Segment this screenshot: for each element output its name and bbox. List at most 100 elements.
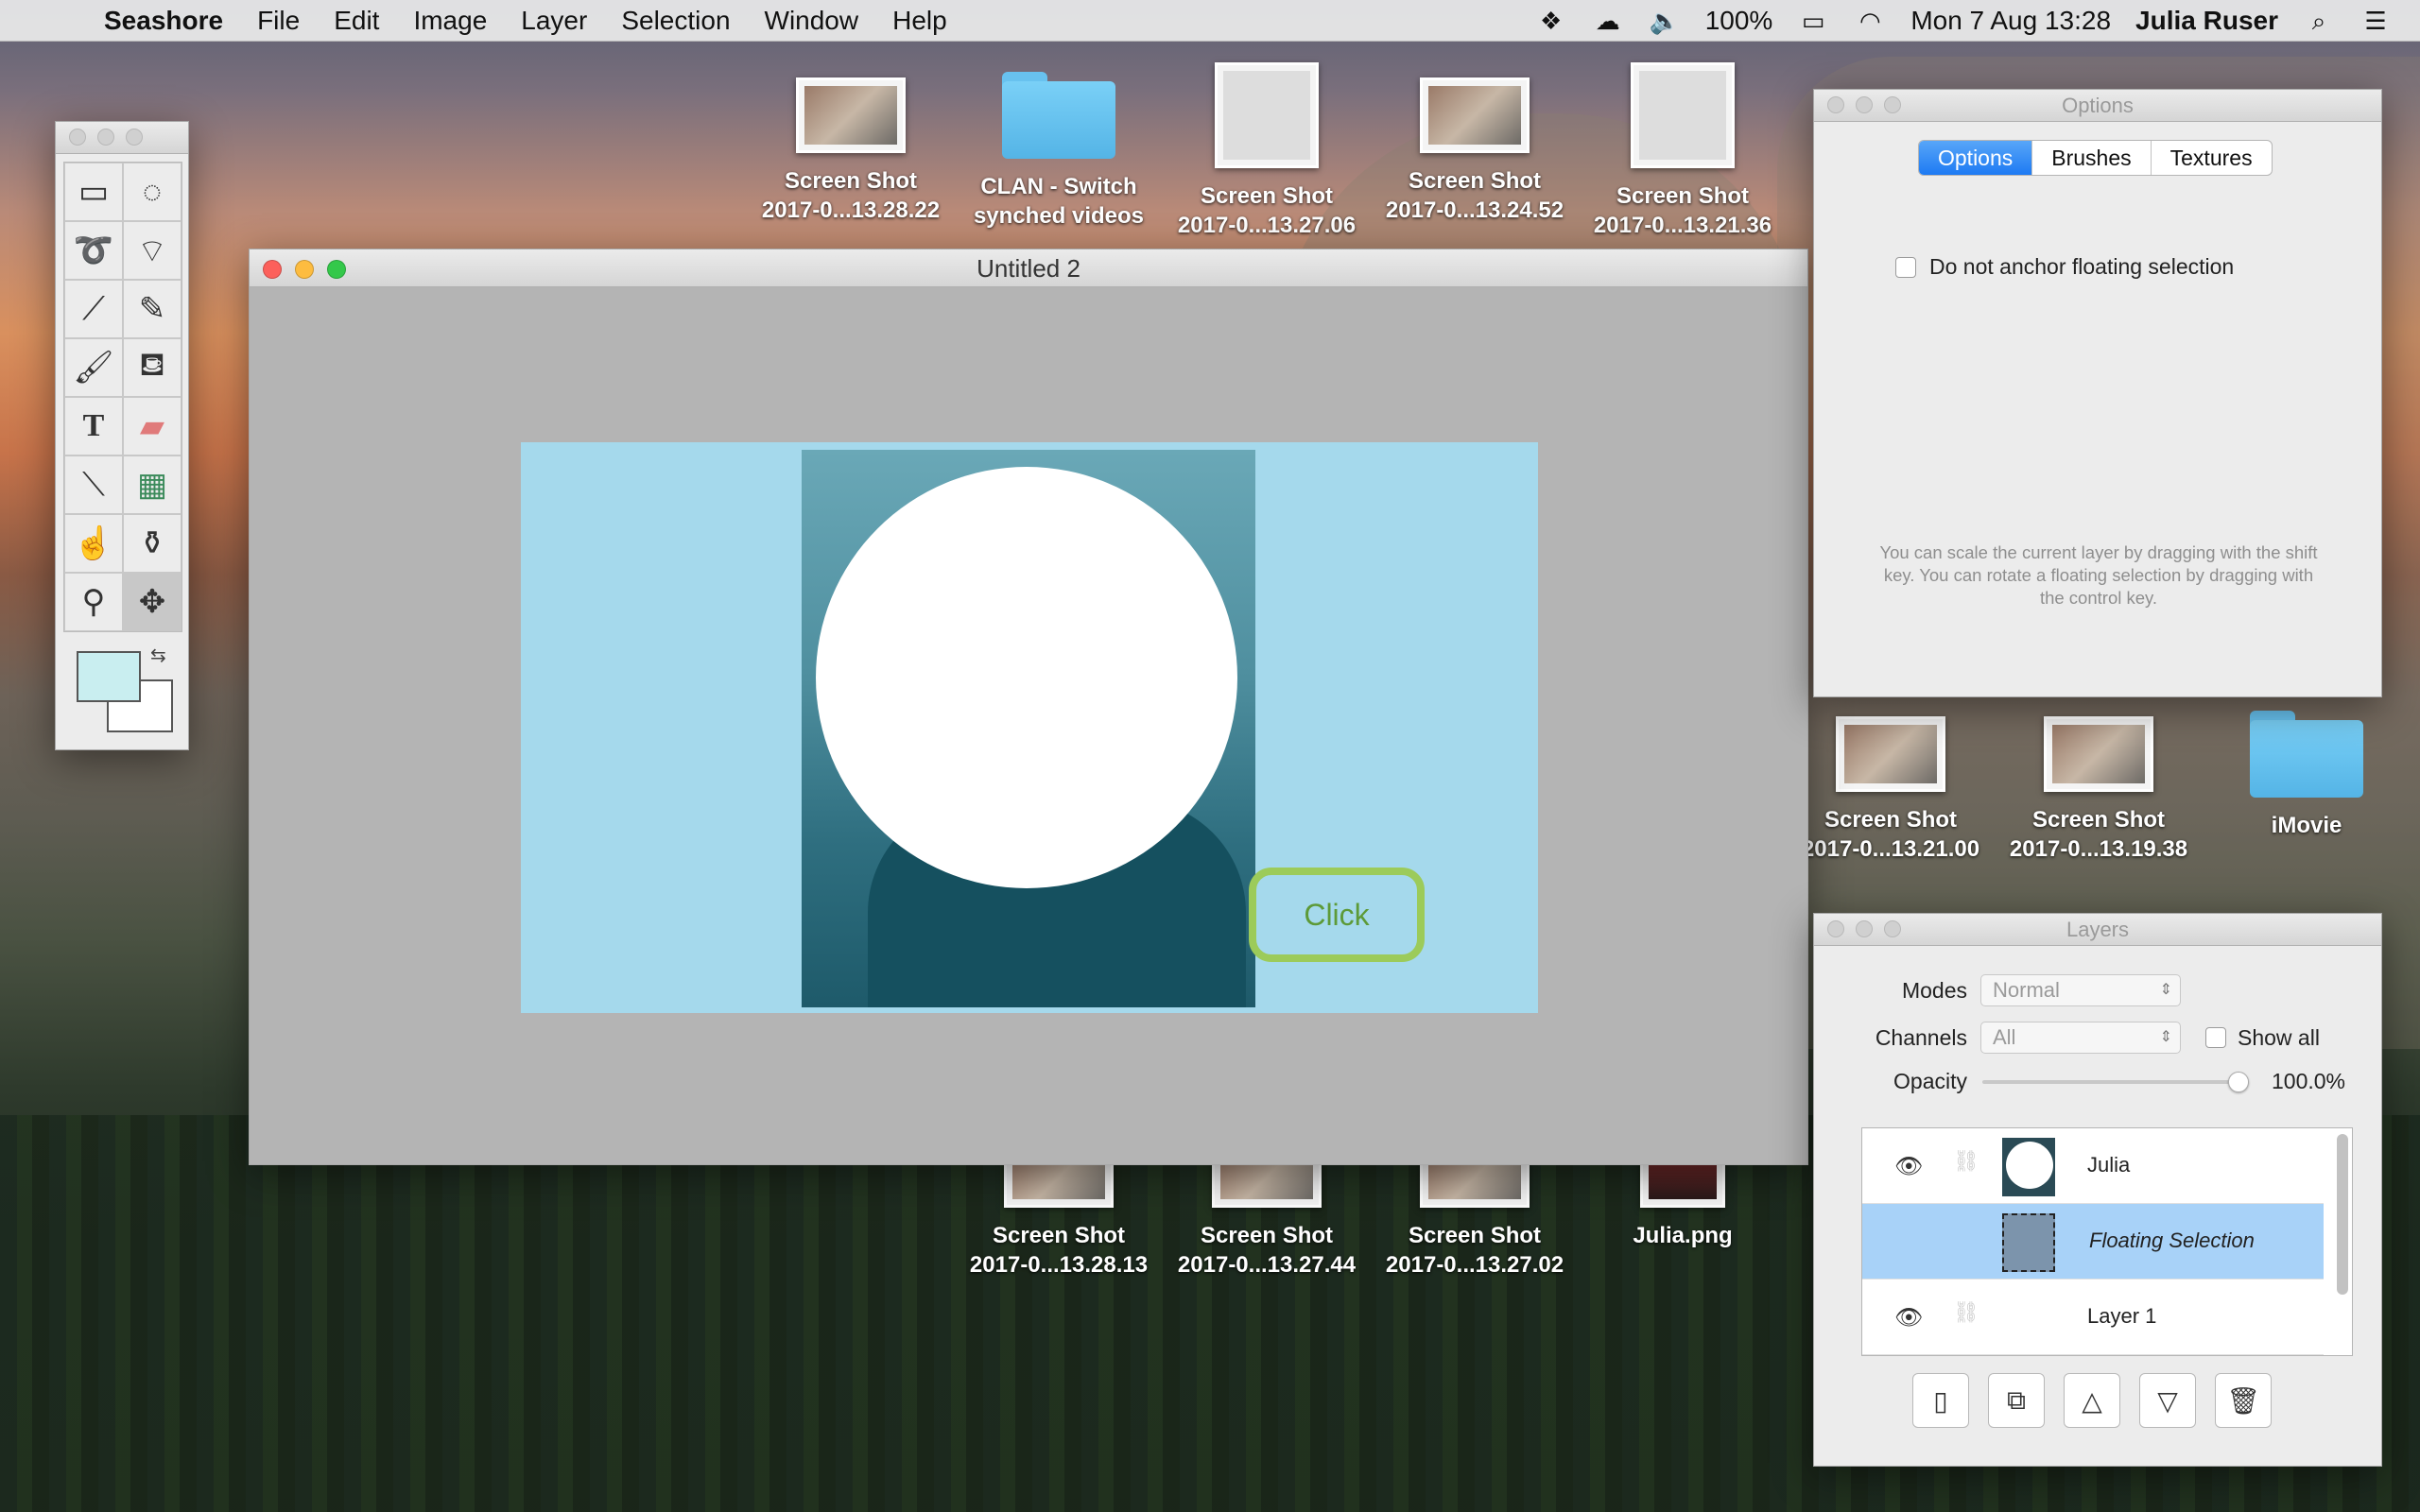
anchor-option: Do not anchor floating selection: [1895, 254, 2234, 280]
smudge-icon[interactable]: ☝: [64, 514, 123, 573]
user-name[interactable]: Julia Ruser: [2135, 6, 2278, 36]
volume-icon[interactable]: 🔈: [1649, 7, 1681, 35]
desktop-file[interactable]: Screen Shot 2017-0...13.27.44: [1163, 1147, 1371, 1280]
folder-label: iMovie: [2271, 813, 2342, 838]
desktop-file[interactable]: Screen Shot 2017-0...13.19.38: [1995, 716, 2203, 864]
channels-popup[interactable]: All ⇕: [1980, 1022, 2181, 1054]
zoom-button[interactable]: [126, 129, 143, 146]
zoom-button[interactable]: [1884, 96, 1901, 113]
image-canvas[interactable]: Click: [521, 442, 1538, 1013]
gradient-icon[interactable]: ▦: [123, 455, 182, 514]
menu-layer[interactable]: Layer: [504, 6, 604, 36]
desktop-folder[interactable]: CLAN - Switch synched videos: [955, 72, 1163, 231]
anchor-checkbox-label[interactable]: Do not anchor floating selection: [1929, 254, 2234, 280]
foreground-color-swatch[interactable]: [77, 651, 141, 702]
layers-titlebar[interactable]: Layers: [1814, 914, 2381, 946]
file-label-sub: 2017-0...13.27.06: [1177, 213, 1357, 238]
desktop-file[interactable]: Screen Shot 2017-0...13.28.22: [747, 77, 955, 225]
creative-cloud-icon[interactable]: ☁: [1592, 7, 1624, 35]
close-button[interactable]: [263, 260, 282, 279]
dropbox-icon[interactable]: ❖: [1535, 7, 1567, 35]
tab-textures[interactable]: Textures: [2150, 141, 2272, 175]
eraser-icon[interactable]: ▰: [123, 397, 182, 455]
show-all-label[interactable]: Show all: [2238, 1025, 2320, 1051]
close-button[interactable]: [1827, 920, 1844, 937]
desktop-file[interactable]: Screen Shot 2017-0...13.24.52: [1371, 77, 1579, 225]
folder-icon: [1002, 72, 1115, 159]
raise-layer-button[interactable]: △: [2064, 1373, 2120, 1428]
desktop-file[interactable]: Screen Shot 2017-0...13.28.13: [955, 1147, 1163, 1280]
minimize-button[interactable]: [1856, 96, 1873, 113]
polygon-lasso-icon[interactable]: ⌔: [123, 221, 182, 280]
eye-icon[interactable]: 👁: [1894, 1304, 1923, 1332]
document-titlebar[interactable]: Untitled 2: [250, 249, 1807, 287]
delete-layer-button[interactable]: 🗑: [2215, 1373, 2272, 1428]
options-titlebar[interactable]: Options: [1814, 90, 2381, 122]
anchor-checkbox[interactable]: [1895, 256, 1916, 278]
swap-colors-icon[interactable]: ⇆: [150, 644, 166, 667]
pencil-icon[interactable]: ✎: [123, 280, 182, 338]
spotlight-search-icon[interactable]: ⌕: [2303, 7, 2335, 35]
layer-row-floating-selection[interactable]: Floating Selection: [1862, 1204, 2324, 1280]
wifi-icon[interactable]: ◠: [1854, 7, 1886, 35]
triangle-down-icon: ▽: [2157, 1385, 2178, 1416]
desktop-file[interactable]: Screen Shot 2017-0...13.27.06: [1163, 62, 1371, 240]
eye-icon[interactable]: 👁: [1894, 1153, 1923, 1180]
notification-center-icon[interactable]: ☰: [2360, 7, 2392, 35]
desktop-folder[interactable]: iMovie: [2203, 711, 2411, 840]
layer-row-layer-1[interactable]: 👁 ⛓ Layer 1: [1862, 1280, 2324, 1355]
zoom-button[interactable]: [1884, 920, 1901, 937]
tab-options[interactable]: Options: [1919, 141, 2032, 175]
file-label-sub: 2017-0...13.27.44: [1177, 1252, 1357, 1278]
rect-select-icon[interactable]: ▭: [64, 163, 123, 221]
layer-list-scrollbar[interactable]: [2337, 1134, 2348, 1295]
file-label: Screen Shot: [1200, 183, 1334, 209]
close-button[interactable]: [69, 129, 86, 146]
menu-edit[interactable]: Edit: [317, 6, 396, 36]
minimize-button[interactable]: [1856, 920, 1873, 937]
menu-selection[interactable]: Selection: [604, 6, 747, 36]
show-all-checkbox[interactable]: [2205, 1027, 2226, 1048]
brush-icon[interactable]: 🖌: [64, 338, 123, 397]
tab-brushes[interactable]: Brushes: [2031, 141, 2150, 175]
layers-panel: Layers Modes Normal ⇕ Channels All ⇕ Sho…: [1813, 913, 2382, 1467]
click-button-label: Click: [1304, 897, 1370, 932]
lower-layer-button[interactable]: ▽: [2139, 1373, 2196, 1428]
battery-icon[interactable]: ▭: [1797, 7, 1829, 35]
menu-window[interactable]: Window: [748, 6, 876, 36]
clock[interactable]: Mon 7 Aug 13:28: [1910, 6, 2111, 36]
magic-wand-icon[interactable]: ⟋: [64, 280, 123, 338]
link-icon[interactable]: ⛓: [1953, 1149, 1979, 1174]
modes-popup[interactable]: Normal ⇕: [1980, 974, 2181, 1006]
text-icon[interactable]: T: [64, 397, 123, 455]
minimize-button[interactable]: [295, 260, 314, 279]
desktop-file[interactable]: Screen Shot 2017-0...13.21.00: [1787, 716, 1995, 864]
menu-app-name[interactable]: Seashore: [104, 6, 240, 36]
duplicate-layer-button[interactable]: ⧉: [1988, 1373, 2045, 1428]
link-icon[interactable]: ⛓: [1953, 1300, 1979, 1325]
eyedropper-icon[interactable]: ⟍: [64, 455, 123, 514]
options-panel: Options Options Brushes Textures Do not …: [1813, 89, 2382, 697]
toolbox-titlebar[interactable]: [56, 122, 188, 154]
menu-file[interactable]: File: [240, 6, 317, 36]
bucket-icon[interactable]: ⛾: [123, 338, 182, 397]
lasso-icon[interactable]: ➰: [64, 221, 123, 280]
menu-help[interactable]: Help: [875, 6, 964, 36]
clone-stamp-icon[interactable]: ⚱: [123, 514, 182, 573]
zoom-icon[interactable]: ⚲: [64, 573, 123, 631]
desktop-file[interactable]: Screen Shot 2017-0...13.21.36: [1579, 62, 1787, 240]
opacity-slider-knob[interactable]: [2228, 1071, 2249, 1092]
layer-row-julia[interactable]: 👁 ⛓ Julia: [1862, 1128, 2324, 1204]
close-button[interactable]: [1827, 96, 1844, 113]
layer-thumbnail: [2002, 1138, 2055, 1196]
move-icon[interactable]: ✥: [123, 573, 182, 631]
ellipse-select-icon[interactable]: ◌: [123, 163, 182, 221]
minimize-button[interactable]: [97, 129, 114, 146]
opacity-slider[interactable]: [1982, 1071, 2249, 1092]
modes-row: Modes Normal ⇕: [1814, 974, 2181, 1006]
channels-row: Channels All ⇕ Show all: [1814, 1022, 2320, 1054]
menu-image[interactable]: Image: [396, 6, 504, 36]
zoom-button[interactable]: [327, 260, 346, 279]
new-layer-button[interactable]: ▯: [1912, 1373, 1969, 1428]
desktop-file[interactable]: Screen Shot 2017-0...13.27.02: [1371, 1147, 1579, 1280]
